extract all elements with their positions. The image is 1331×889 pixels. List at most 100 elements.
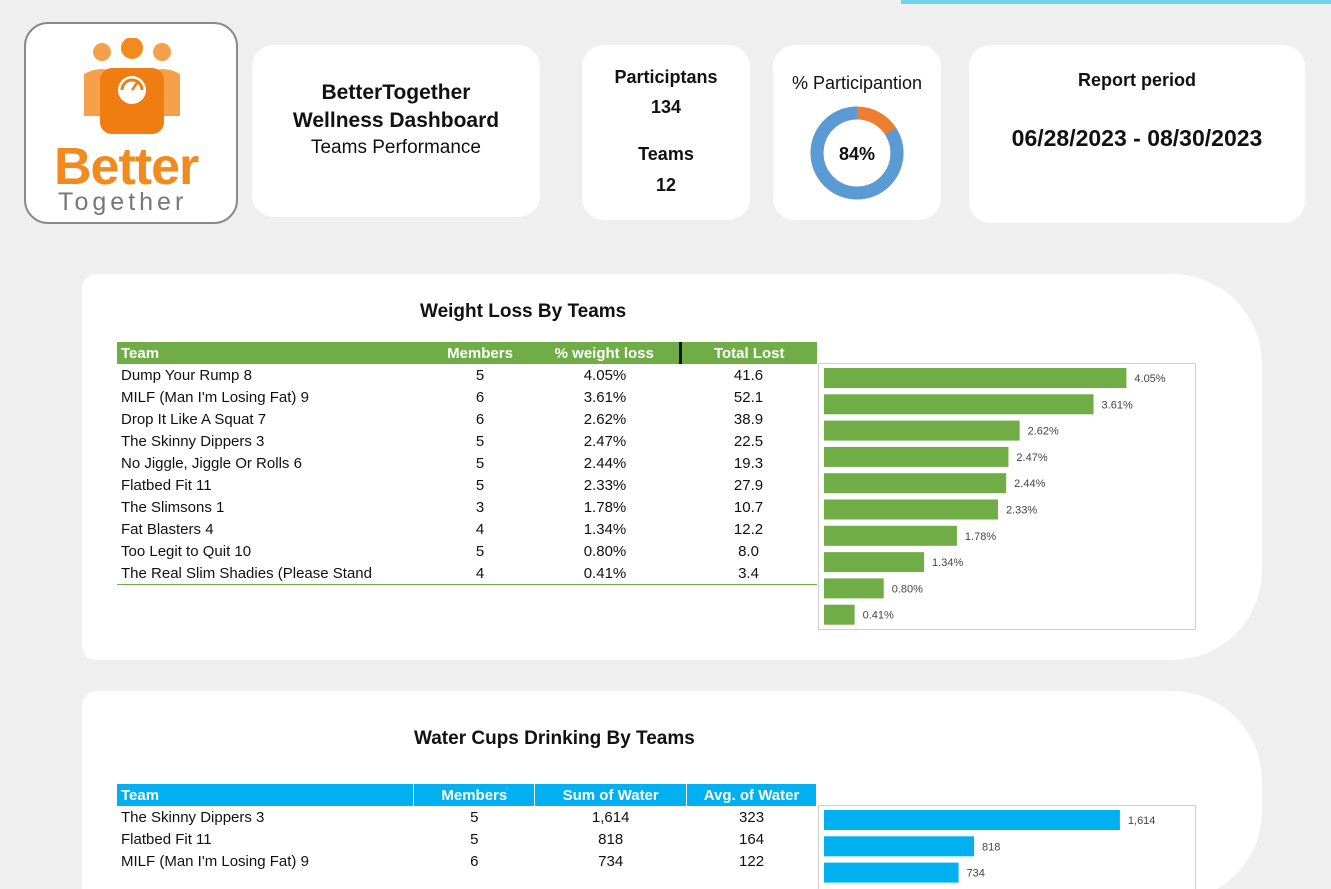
table-row[interactable]: Fat Blasters 4 4 1.34% 12.2 — [117, 519, 817, 541]
value-cell: 6 — [475, 410, 485, 428]
col-header-sum-water[interactable]: Sum of Water — [534, 784, 688, 806]
chart-bar — [824, 552, 925, 573]
team-name-cell: Too Legit to Quit 10 — [121, 543, 252, 561]
title-card: BetterTogether Wellness Dashboard Teams … — [252, 45, 540, 217]
bar-data-label: 818 — [982, 841, 1000, 853]
dashboard-title-line2: Wellness Dashboard — [292, 109, 500, 132]
value-cell: 4.05% — [583, 366, 627, 384]
participants-value: 134 — [650, 97, 682, 117]
chart-bar — [824, 473, 1007, 494]
team-name-cell: The Real Slim Shadies (Please Stand — [121, 565, 372, 583]
col-header-team[interactable]: Team — [117, 342, 430, 364]
value-cell: 5 — [475, 543, 485, 561]
participants-card: Participtans 134 Teams 12 — [582, 45, 750, 220]
weight-loss-table: Team Members % weight loss Total Lost Du… — [117, 342, 817, 586]
chart-bar — [824, 578, 884, 599]
table-row[interactable]: No Jiggle, Jiggle Or Rolls 6 5 2.44% 19.3 — [117, 452, 817, 474]
value-cell: 19.3 — [733, 454, 764, 472]
water-table: Team Members Sum of Water Avg. of Water … — [117, 784, 817, 872]
bar-data-label: 2.62% — [1028, 426, 1059, 438]
team-name-cell: MILF (Man I'm Losing Fat) 9 — [121, 388, 309, 406]
value-cell: 12.2 — [733, 521, 764, 539]
value-cell: 323 — [739, 808, 765, 826]
table-row[interactable]: The Skinny Dippers 3 5 1,614 323 — [117, 806, 817, 828]
weight-loss-title: Weight Loss By Teams — [420, 301, 627, 322]
value-cell: 164 — [739, 830, 765, 848]
value-cell: 3.61% — [583, 388, 627, 406]
col-header-weight-loss[interactable]: % weight loss — [530, 342, 682, 364]
table-row[interactable]: Flatbed Fit 11 5 2.33% 27.9 — [117, 474, 817, 496]
value-cell: 6 — [475, 388, 485, 406]
weight-loss-chart: 4.05% 3.61% 2.62% 2.47% 2.44% 2.33% 1.78% 1.34%… — [818, 363, 1196, 630]
value-cell: 41.6 — [733, 366, 764, 384]
logo-card: Better Together — [24, 22, 238, 224]
chart-bar — [824, 836, 974, 857]
teams-label: Teams — [638, 144, 694, 164]
col-header-members[interactable]: Members — [430, 342, 530, 364]
table-row[interactable]: Drop It Like A Squat 7 6 2.62% 38.9 — [117, 408, 817, 430]
team-name-cell: Drop It Like A Squat 7 — [121, 410, 267, 428]
bar-data-label: 1.34% — [932, 557, 963, 569]
value-cell: 0.80% — [583, 543, 627, 561]
bar-data-label: 0.41% — [863, 610, 894, 622]
chart-bar — [824, 446, 1009, 467]
value-cell: 5 — [470, 830, 479, 848]
bar-data-label: 1.78% — [965, 531, 996, 543]
bar-data-label: 1,614 — [1128, 815, 1156, 827]
value-cell: 5 — [475, 432, 485, 450]
value-cell: 122 — [739, 852, 765, 870]
value-cell: 5 — [475, 454, 485, 472]
value-cell: 1.78% — [583, 499, 627, 517]
team-name-cell: The Skinny Dippers 3 — [121, 808, 265, 826]
team-name-cell: Flatbed Fit 11 — [121, 830, 212, 848]
teams-value: 12 — [655, 175, 677, 195]
table-row[interactable]: MILF (Man I'm Losing Fat) 9 6 3.61% 52.1 — [117, 386, 817, 408]
team-name-cell: No Jiggle, Jiggle Or Rolls 6 — [121, 454, 302, 472]
table-row[interactable]: Flatbed Fit 11 5 818 164 — [117, 828, 817, 850]
logo-text-together: Together — [58, 188, 188, 216]
col-header-avg-water[interactable]: Avg. of Water — [686, 784, 817, 806]
team-name-cell: Dump Your Rump 8 — [121, 366, 252, 384]
value-cell: 3 — [475, 499, 485, 517]
team-name-cell: Flatbed Fit 11 — [121, 477, 212, 495]
value-cell: 0.41% — [583, 565, 627, 583]
dashboard-subtitle: Teams Performance — [310, 137, 481, 158]
chart-bar — [824, 810, 1120, 830]
value-cell: 6 — [470, 852, 479, 870]
report-period-value: 06/28/2023 - 08/30/2023 — [1011, 125, 1263, 151]
table-row[interactable]: Dump Your Rump 8 5 4.05% 41.6 — [117, 364, 817, 386]
value-cell: 5 — [470, 808, 479, 826]
table-row[interactable]: The Skinny Dippers 3 5 2.47% 22.5 — [117, 430, 817, 452]
col-header-team[interactable]: Team — [117, 784, 415, 806]
participants-label: Participtans — [614, 67, 718, 87]
col-header-total-lost[interactable]: Total Lost — [680, 342, 817, 364]
scale-people-icon — [84, 38, 180, 134]
report-period-title: Report period — [1077, 70, 1196, 90]
value-cell: 734 — [598, 852, 624, 870]
top-accent-strip — [901, 0, 1331, 4]
participation-value: 84% — [839, 144, 875, 164]
water-title: Water Cups Drinking By Teams — [414, 728, 695, 749]
value-cell: 38.9 — [733, 410, 764, 428]
table-row[interactable]: The Slimsons 1 3 1.78% 10.7 — [117, 497, 817, 519]
chart-bar — [824, 499, 998, 520]
bar-data-label: 4.05% — [1134, 373, 1165, 385]
value-cell: 22.5 — [733, 432, 764, 450]
bar-data-label: 2.44% — [1014, 478, 1045, 490]
water-chart: 1,614 818 734 — [818, 805, 1196, 889]
value-cell: 1,614 — [591, 808, 630, 826]
value-cell: 2.33% — [583, 477, 627, 495]
bar-data-label: 3.61% — [1102, 399, 1133, 411]
chart-bar — [824, 368, 1127, 388]
col-header-members[interactable]: Members — [413, 784, 536, 806]
value-cell: 10.7 — [733, 499, 764, 517]
table-row[interactable]: MILF (Man I'm Losing Fat) 9 6 734 122 — [117, 850, 817, 872]
team-name-cell: The Slimsons 1 — [121, 499, 225, 517]
bar-data-label: 734 — [967, 868, 985, 880]
table-row[interactable]: Too Legit to Quit 10 5 0.80% 8.0 — [117, 541, 817, 563]
dashboard-title-line1: BetterTogether — [321, 81, 471, 104]
team-name-cell: Fat Blasters 4 — [121, 521, 214, 539]
chart-bar — [824, 525, 957, 546]
value-cell: 5 — [475, 477, 485, 495]
table-row[interactable]: The Real Slim Shadies (Please Stand 4 0.41… — [117, 563, 817, 585]
